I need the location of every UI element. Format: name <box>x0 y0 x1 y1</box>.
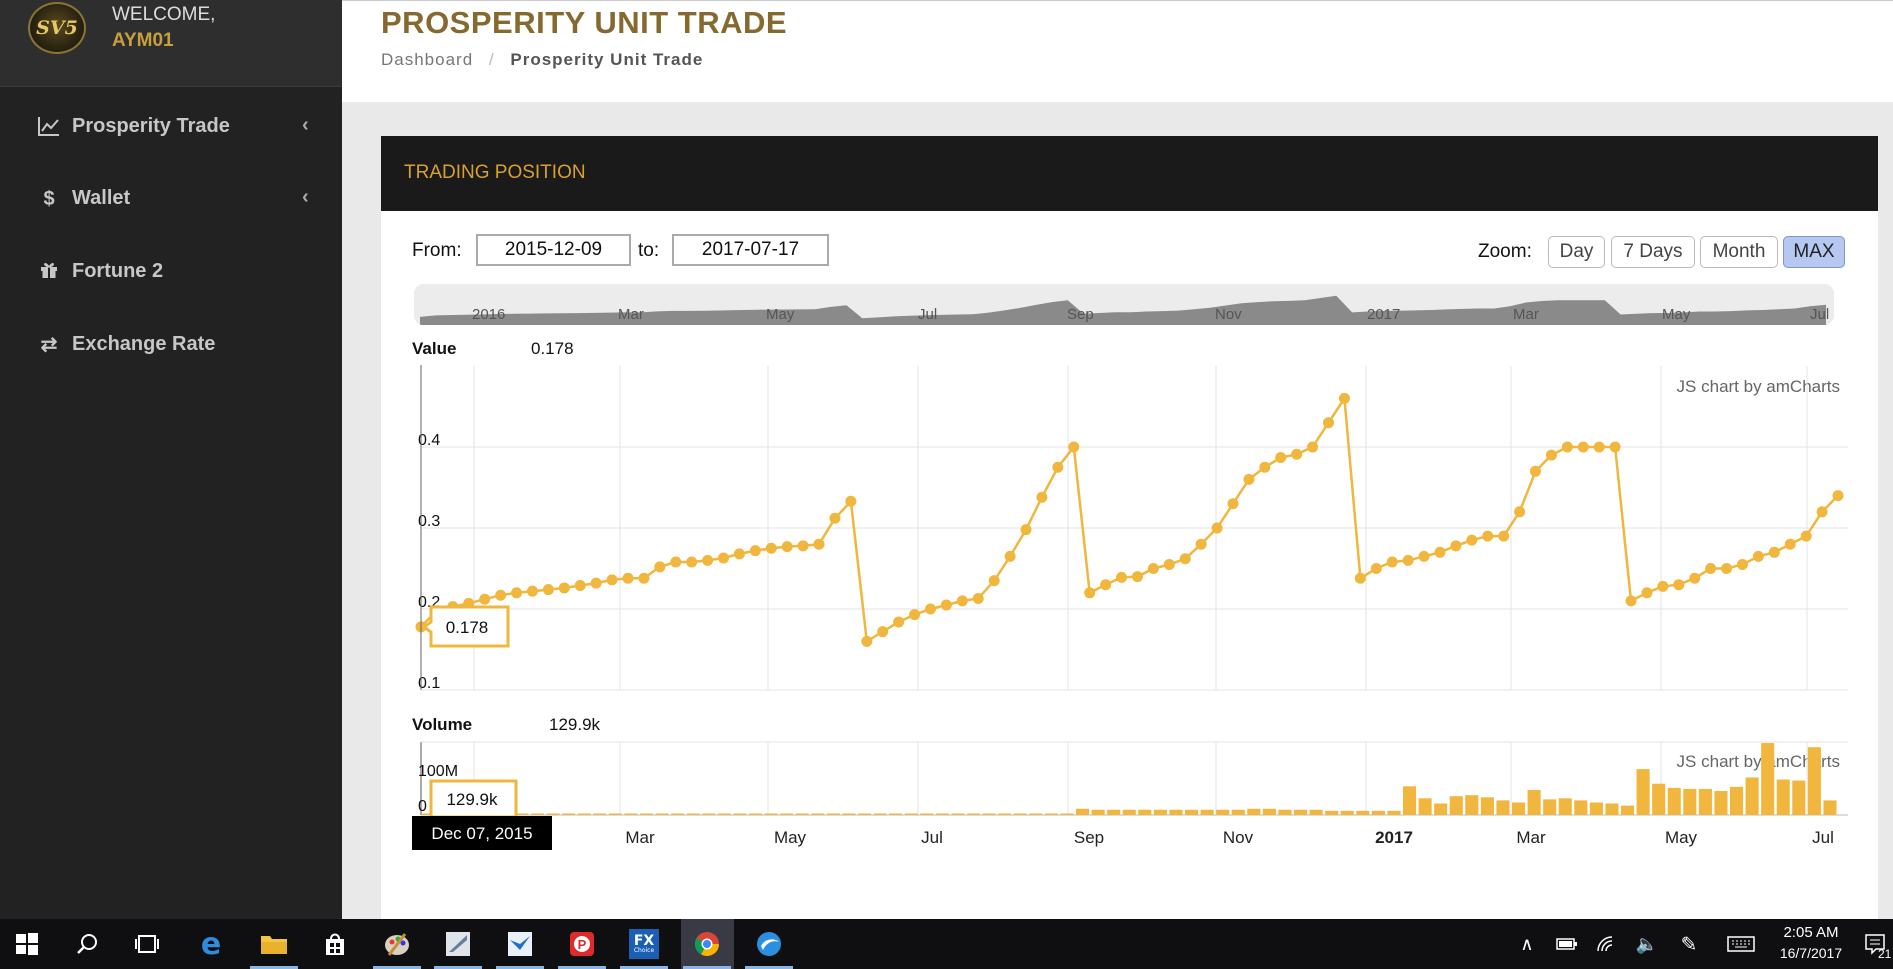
browser-icon[interactable] <box>752 927 786 961</box>
clock-date[interactable]: 16/7/2017 <box>1772 945 1850 961</box>
page-header: PROSPERITY UNIT TRADE Dashboard / Prospe… <box>342 0 1893 102</box>
breadcrumb: Dashboard / Prosperity Unit Trade <box>381 50 703 70</box>
breadcrumb-current: Prosperity Unit Trade <box>510 50 704 69</box>
edge-icon[interactable]: e <box>194 927 228 962</box>
from-date-input[interactable]: 2015-12-09 <box>476 234 631 266</box>
dollar-icon: $ <box>43 188 55 210</box>
chevron-left-icon: ‹ <box>302 114 309 136</box>
zoom-day-button[interactable]: Day <box>1548 236 1605 268</box>
zoom-7-days-button[interactable]: 7 Days <box>1611 236 1695 268</box>
breadcrumb-separator: / <box>488 50 495 69</box>
panel-header: TRADING POSITION <box>381 136 1878 211</box>
line-chart-icon <box>37 116 61 138</box>
file-explorer-icon[interactable] <box>257 927 291 961</box>
zoom-max-button[interactable]: MAX <box>1783 236 1845 268</box>
battery-icon[interactable] <box>1550 927 1584 961</box>
sidebar-item-label: Fortune 2 <box>72 260 164 282</box>
sidebar: SV5 WELCOME, AYM01 Prosperity Trade ‹ $ … <box>0 0 342 919</box>
logo: SV5 <box>28 2 86 54</box>
svg-text:P: P <box>578 937 587 952</box>
task-view-icon[interactable] <box>130 927 164 961</box>
keyboard-icon[interactable] <box>1724 927 1758 961</box>
tray-expand-icon[interactable]: ∧ <box>1510 927 1544 961</box>
gift-icon <box>37 261 61 283</box>
sidebar-item-exchange-rate[interactable]: ⇄ Exchange Rate <box>0 314 342 374</box>
page-title: PROSPERITY UNIT TRADE <box>381 5 788 40</box>
zoom-label: Zoom: <box>1478 241 1532 262</box>
pen-icon[interactable]: ✎ <box>1672 927 1706 961</box>
to-date-input[interactable]: 2017-07-17 <box>672 234 829 266</box>
sidebar-item-label: Prosperity Trade <box>72 115 230 137</box>
from-label: From: <box>412 240 462 261</box>
sidebar-item-label: Wallet <box>72 187 131 209</box>
mail-icon[interactable] <box>503 927 537 961</box>
sidebar-item-label: Exchange Rate <box>72 333 216 355</box>
volume-icon[interactable]: 🔈 <box>1630 927 1664 961</box>
sidebar-item-prosperity-trade[interactable]: Prosperity Trade ‹ <box>0 96 342 156</box>
chrome-icon[interactable] <box>690 927 724 961</box>
panel-title: TRADING POSITION <box>404 162 586 183</box>
sidebar-item-wallet[interactable]: $ Wallet ‹ <box>0 168 342 228</box>
to-label: to: <box>638 240 660 261</box>
fx-text: FX <box>633 933 655 949</box>
sidebar-header: SV5 WELCOME, AYM01 <box>0 0 342 87</box>
fx-choice-icon[interactable]: FX Choice <box>627 927 661 961</box>
welcome-text: WELCOME, <box>112 4 216 25</box>
logo-text: SV5 <box>36 17 78 39</box>
pinterest-icon[interactable]: P <box>565 927 599 961</box>
username: AYM01 <box>112 30 174 51</box>
zoom-month-button[interactable]: Month <box>1700 236 1778 268</box>
clock-time[interactable]: 2:05 AM <box>1778 924 1844 941</box>
breadcrumb-home[interactable]: Dashboard <box>381 50 473 69</box>
search-icon[interactable] <box>70 927 104 961</box>
paint-icon[interactable] <box>380 927 414 961</box>
app-icon[interactable] <box>441 927 475 961</box>
taskbar: e P FX Choice ∧ 🔈 ✎ 21 <box>0 919 1893 969</box>
store-icon[interactable] <box>318 927 352 961</box>
fx-sub-text: Choice <box>633 947 655 954</box>
windows-start-icon[interactable] <box>10 927 44 961</box>
wifi-icon[interactable] <box>1590 927 1624 961</box>
sidebar-item-fortune-2[interactable]: Fortune 2 <box>0 241 342 301</box>
exchange-icon: ⇄ <box>40 334 58 356</box>
notification-count: 21 <box>1878 947 1892 961</box>
chevron-left-icon: ‹ <box>302 186 309 208</box>
